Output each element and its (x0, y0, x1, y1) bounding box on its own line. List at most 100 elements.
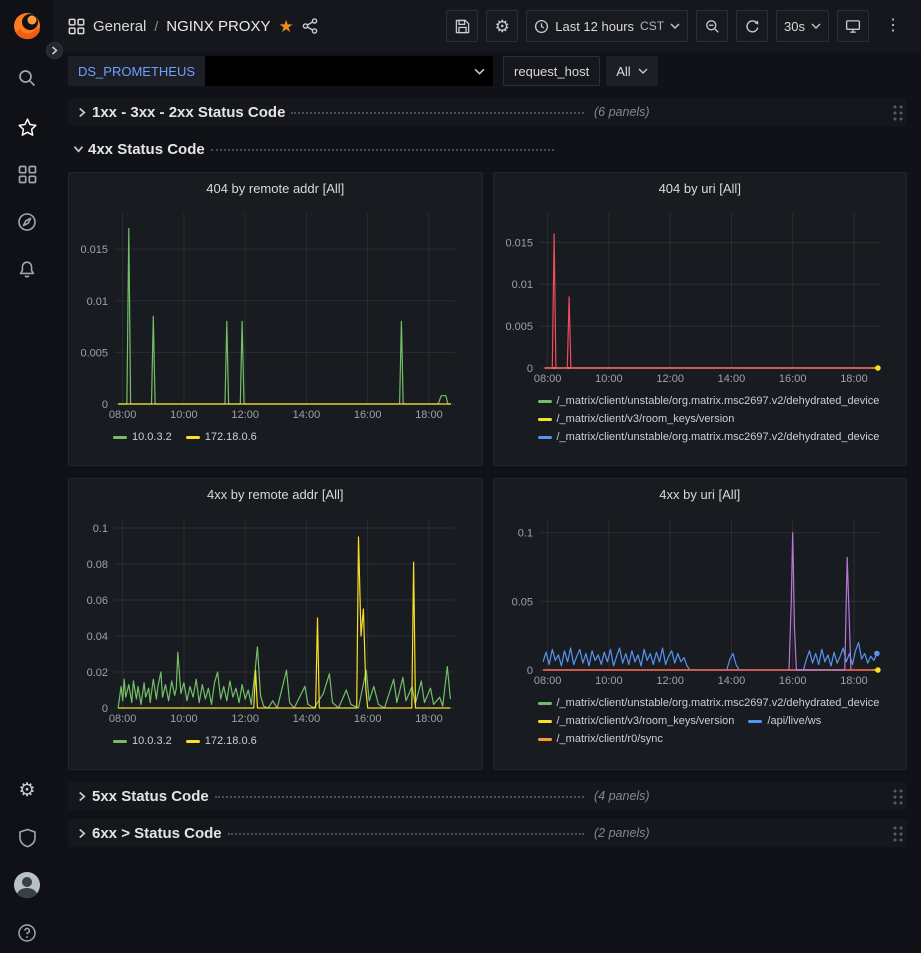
sidebar-item-help[interactable] (0, 913, 54, 953)
panel-4xx-by-uri: 4xx by uri [All] 00.050.108:0010:0012:00… (493, 478, 908, 770)
legend-item[interactable]: /_matrix/client/unstable/org.matrix.msc2… (538, 431, 880, 443)
breadcrumb-folder[interactable]: General (93, 18, 146, 35)
legend-series-label: /_matrix/client/v3/room_keys/version (557, 413, 735, 425)
zoom-out-time-button[interactable] (696, 10, 728, 42)
row-dotted-leader (211, 149, 554, 151)
dashboard-variables-bar: DS_PROMETHEUS request_host All (54, 52, 921, 90)
row-title: 5xx Status Code (92, 788, 209, 805)
search-icon (17, 68, 37, 88)
bell-icon (17, 260, 37, 280)
chevron-right-icon (51, 46, 58, 55)
svg-text:18:00: 18:00 (415, 409, 443, 421)
svg-text:12:00: 12:00 (656, 675, 684, 687)
svg-text:0.005: 0.005 (80, 347, 108, 359)
legend-item[interactable]: 172.18.0.6 (186, 735, 257, 747)
legend-series-label: /_matrix/client/r0/sync (557, 733, 663, 745)
sidebar-item-dashboards[interactable] (0, 154, 54, 194)
favorite-star-icon[interactable]: ★ (278, 18, 293, 35)
legend-item[interactable]: /api/live/ws (748, 715, 821, 727)
row-panel-count: (2 panels) (594, 826, 650, 840)
sidebar-item-server-admin[interactable] (0, 818, 54, 858)
legend-item[interactable]: /_matrix/client/v3/room_keys/version (538, 413, 735, 425)
breadcrumb-separator: / (154, 18, 158, 34)
row-drag-handle[interactable] (891, 103, 903, 121)
timeseries-chart[interactable]: 00.0050.010.01508:0010:0012:0014:0016:00… (496, 203, 894, 385)
sidebar-item-explore[interactable] (0, 202, 54, 242)
row-dotted-leader (228, 833, 584, 835)
panel-legend: /_matrix/client/unstable/org.matrix.msc2… (496, 692, 901, 750)
svg-text:14:00: 14:00 (293, 409, 321, 421)
row-header-6xx[interactable]: 6xx > Status Code (2 panels) (68, 819, 907, 847)
legend-item[interactable]: 172.18.0.6 (186, 431, 257, 443)
legend-series-swatch (538, 400, 552, 403)
row-title: 6xx > Status Code (92, 825, 222, 842)
panel-title-text: 4xx by remote addr [All] (207, 487, 344, 502)
svg-text:18:00: 18:00 (840, 373, 868, 385)
share-icon[interactable] (302, 18, 318, 34)
legend-item[interactable]: 10.0.3.2 (113, 735, 172, 747)
svg-text:14:00: 14:00 (293, 713, 321, 725)
sidebar-item-search[interactable] (0, 58, 54, 98)
apps-grid-icon (68, 18, 85, 35)
row-drag-handle[interactable] (891, 824, 903, 842)
row-header-1xx-3xx-2xx[interactable]: 1xx - 3xx - 2xx Status Code (6 panels) (68, 98, 907, 126)
time-range-label: Last 12 hours (555, 19, 634, 34)
legend-item[interactable]: /_matrix/client/unstable/org.matrix.msc2… (538, 395, 880, 407)
grafana-logo[interactable] (10, 8, 44, 42)
save-dashboard-button[interactable] (446, 10, 478, 42)
breadcrumb-dashboard-title[interactable]: NGINX PROXY (166, 18, 270, 35)
panel-title[interactable]: 404 by uri [All] (494, 173, 907, 203)
row-dotted-leader (215, 796, 584, 798)
legend-item[interactable]: /_matrix/client/unstable/org.matrix.msc2… (538, 697, 880, 709)
svg-text:16:00: 16:00 (778, 675, 806, 687)
panel-legend: 10.0.3.2 172.18.0.6 (71, 426, 476, 446)
sidebar-item-starred[interactable] (0, 107, 54, 147)
svg-text:14:00: 14:00 (717, 373, 745, 385)
refresh-interval-dropdown[interactable]: 30s (776, 10, 829, 42)
dashboard-settings-button[interactable]: ⚙ (486, 10, 518, 42)
svg-text:0.06: 0.06 (87, 595, 108, 607)
sidebar: ⚙ (0, 0, 54, 953)
compass-icon (17, 212, 37, 232)
legend-item[interactable]: /_matrix/client/r0/sync (538, 733, 663, 745)
row-header-5xx[interactable]: 5xx Status Code (4 panels) (68, 782, 907, 810)
panel-title[interactable]: 4xx by uri [All] (494, 479, 907, 509)
sidebar-item-configuration[interactable]: ⚙ (0, 770, 54, 810)
svg-text:0.01: 0.01 (511, 279, 532, 291)
svg-text:10:00: 10:00 (170, 713, 198, 725)
datasource-variable-select[interactable] (205, 56, 493, 86)
gear-icon: ⚙ (495, 18, 510, 35)
svg-text:16:00: 16:00 (778, 373, 806, 385)
legend-item[interactable]: 10.0.3.2 (113, 431, 172, 443)
legend-item[interactable]: /_matrix/client/v3/room_keys/version (538, 715, 735, 727)
request-host-variable-select[interactable]: All (606, 56, 657, 86)
time-range-picker[interactable]: Last 12 hours CST (526, 10, 688, 42)
refresh-button[interactable] (736, 10, 768, 42)
svg-text:18:00: 18:00 (415, 713, 443, 725)
request-host-variable-label[interactable]: request_host (503, 56, 600, 86)
datasource-variable-label[interactable]: DS_PROMETHEUS (68, 56, 205, 86)
timeseries-chart[interactable]: 00.0050.010.01508:0010:0012:0014:0016:00… (71, 203, 469, 421)
legend-series-swatch (113, 436, 127, 439)
panel-legend: 10.0.3.2 172.18.0.6 (71, 730, 476, 750)
sidebar-item-alerting[interactable] (0, 250, 54, 290)
legend-series-swatch (186, 740, 200, 743)
panel-title[interactable]: 4xx by remote addr [All] (69, 479, 482, 509)
panel-title[interactable]: 404 by remote addr [All] (69, 173, 482, 203)
svg-text:14:00: 14:00 (717, 675, 745, 687)
sidebar-item-profile[interactable] (0, 865, 54, 905)
svg-text:0.1: 0.1 (517, 528, 532, 540)
timeseries-chart[interactable]: 00.020.040.060.080.108:0010:0012:0014:00… (71, 509, 469, 725)
panel-title-text: 4xx by uri [All] (659, 487, 740, 502)
row-drag-handle[interactable] (891, 787, 903, 805)
dashboards-grid-icon (18, 165, 37, 184)
more-options-kebab[interactable]: ⋮ (877, 10, 909, 42)
timeseries-chart[interactable]: 00.050.108:0010:0012:0014:0016:0018:00 (496, 509, 894, 687)
svg-text:10:00: 10:00 (170, 409, 198, 421)
tv-mode-button[interactable] (837, 10, 869, 42)
legend-series-label: /api/live/ws (767, 715, 821, 727)
row-header-4xx[interactable]: 4xx Status Code (68, 135, 907, 163)
panel-title-text: 404 by uri [All] (659, 181, 741, 196)
sidebar-expand-button[interactable] (46, 42, 63, 59)
help-circle-icon (17, 923, 37, 943)
